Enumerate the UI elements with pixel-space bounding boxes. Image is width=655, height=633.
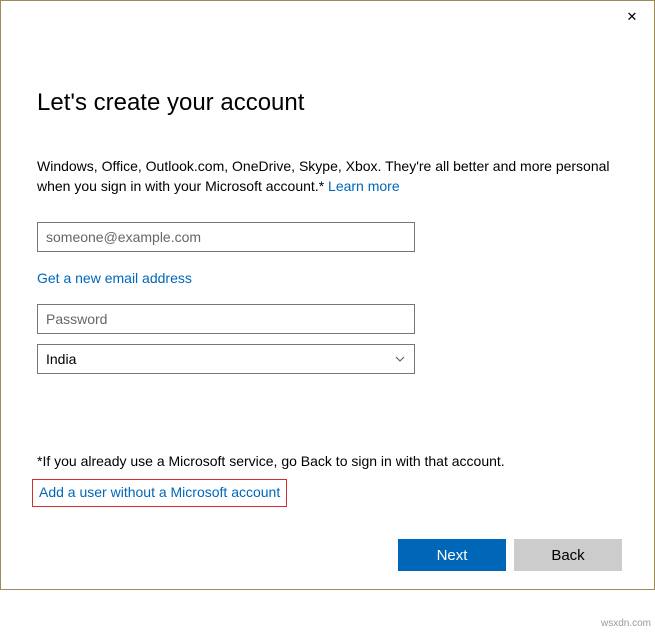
create-account-dialog: ✕ Let's create your account Windows, Off… bbox=[0, 0, 655, 590]
email-field[interactable] bbox=[37, 222, 415, 252]
next-button[interactable]: Next bbox=[398, 539, 506, 571]
close-icon: ✕ bbox=[627, 9, 638, 24]
close-button[interactable]: ✕ bbox=[622, 7, 642, 27]
learn-more-link[interactable]: Learn more bbox=[328, 178, 400, 194]
country-select[interactable]: India bbox=[37, 344, 415, 374]
back-button[interactable]: Back bbox=[514, 539, 622, 571]
footnote-text: *If you already use a Microsoft service,… bbox=[37, 453, 505, 469]
new-email-link[interactable]: Get a new email address bbox=[37, 270, 192, 286]
highlighted-link-box: Add a user without a Microsoft account bbox=[32, 479, 287, 507]
country-selected-value: India bbox=[46, 351, 76, 367]
button-row: Next Back bbox=[398, 539, 622, 571]
dialog-content: Let's create your account Windows, Offic… bbox=[1, 1, 654, 374]
description-text: Windows, Office, Outlook.com, OneDrive, … bbox=[37, 158, 610, 194]
password-field[interactable] bbox=[37, 304, 415, 334]
watermark: wsxdn.com bbox=[601, 618, 651, 629]
add-user-without-ms-link[interactable]: Add a user without a Microsoft account bbox=[39, 484, 280, 500]
page-title: Let's create your account bbox=[37, 89, 618, 117]
description: Windows, Office, Outlook.com, OneDrive, … bbox=[37, 157, 618, 196]
chevron-down-icon bbox=[394, 353, 406, 365]
